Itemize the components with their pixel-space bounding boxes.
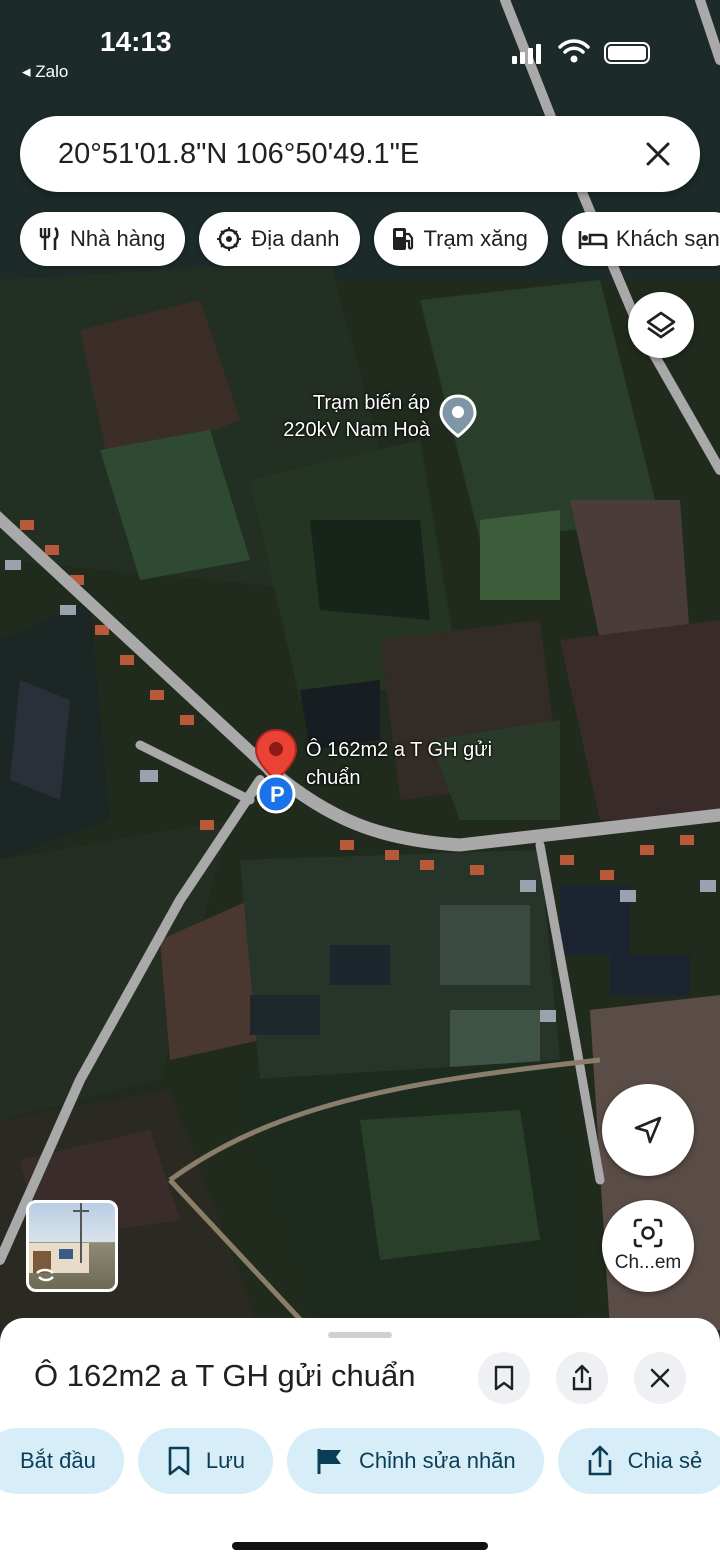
action-label: Chỉnh sửa nhãn [359, 1448, 516, 1473]
action-label: Lưu [205, 1448, 246, 1473]
share-icon [572, 1364, 592, 1391]
battery-icon [604, 42, 650, 64]
close-sheet-button[interactable] [634, 1352, 686, 1404]
layers-icon [646, 311, 676, 339]
chip-gas-stations[interactable]: Trạm xăng [373, 212, 548, 266]
street-view-thumbnail[interactable] [26, 1200, 118, 1292]
close-icon [650, 1368, 670, 1388]
restaurant-icon [39, 226, 59, 250]
search-input[interactable]: 20°51'01.8"N 106°50'49.1"E [58, 138, 628, 171]
navigation-arrow-icon [634, 1116, 662, 1144]
edit-label-button[interactable]: Chỉnh sửa nhãn [287, 1428, 544, 1494]
svg-text:P: P [270, 782, 285, 807]
cellular-signal-icon [512, 44, 541, 64]
bookmark-icon [494, 1365, 514, 1391]
action-label: Chia sẻ [627, 1448, 703, 1473]
chip-label: Trạm xăng [423, 226, 528, 251]
hotel-icon [578, 231, 608, 249]
pin-label-line2: chuẩn [306, 767, 361, 789]
share-button[interactable]: Chia sẻ [557, 1428, 720, 1494]
chip-label: Địa danh [251, 226, 340, 251]
poi-name-line2: 220kV Nam Hoà [283, 419, 430, 441]
back-to-app-link[interactable]: ◂ Zalo [22, 62, 68, 82]
save-button[interactable]: Lưu [137, 1428, 274, 1494]
wifi-icon [558, 39, 590, 63]
close-icon [646, 142, 670, 166]
start-button[interactable]: Bắt đầu [0, 1428, 124, 1494]
action-buttons-row: Bắt đầu Lưu Chỉnh sửa nhãn Chia sẻ [0, 1428, 720, 1494]
chip-label: Nhà hàng [70, 226, 166, 251]
pin-label[interactable]: Ô 162m2 a T GH gửi chuẩn [306, 736, 546, 792]
clear-search-button[interactable] [628, 124, 688, 184]
poi-label[interactable]: Trạm biến áp 220kV Nam Hoà [240, 390, 430, 444]
category-chips: Nhà hàng Địa danh Trạm xăng Khách sạn [20, 212, 720, 266]
gas-station-icon [392, 228, 413, 250]
chip-restaurants[interactable]: Nhà hàng [20, 212, 186, 266]
pin-label-line1: Ô 162m2 a T GH gửi [306, 739, 493, 761]
place-sheet[interactable]: Ô 162m2 a T GH gửi chuẩn Bắt đầu Lưu Chỉ… [0, 1318, 720, 1564]
sheet-drag-handle[interactable] [328, 1332, 392, 1338]
chip-label: Khách sạn [615, 226, 720, 251]
place-pin-icon[interactable] [438, 394, 478, 438]
flag-icon [317, 1449, 342, 1474]
share-icon [588, 1445, 611, 1476]
status-bar: 14:13 ◂ Zalo [0, 0, 720, 100]
search-bar[interactable]: 20°51'01.8"N 106°50'49.1"E [20, 116, 700, 192]
parking-pin-icon[interactable]: P [250, 728, 302, 818]
my-location-button[interactable] [602, 1084, 694, 1176]
home-indicator[interactable] [232, 1542, 488, 1550]
poi-name-line1: Trạm biến áp [312, 392, 430, 414]
layers-button[interactable] [628, 292, 694, 358]
bookmark-icon [168, 1446, 190, 1476]
street-view-photo [29, 1203, 89, 1282]
share-icon-button[interactable] [556, 1352, 608, 1404]
place-title: Ô 162m2 a T GH gửi chuẩn [34, 1358, 416, 1393]
chip-hotels[interactable]: Khách sạn [561, 212, 720, 266]
save-icon-button[interactable] [478, 1352, 530, 1404]
lens-button[interactable]: Ch...em [602, 1200, 694, 1292]
status-time: 14:13 [100, 26, 172, 57]
lens-label: Ch...em [614, 1252, 682, 1273]
camera-lens-icon [633, 1218, 663, 1248]
chip-landmarks[interactable]: Địa danh [199, 212, 360, 266]
action-label: Bắt đầu [20, 1448, 96, 1473]
landmark-icon [217, 227, 242, 251]
